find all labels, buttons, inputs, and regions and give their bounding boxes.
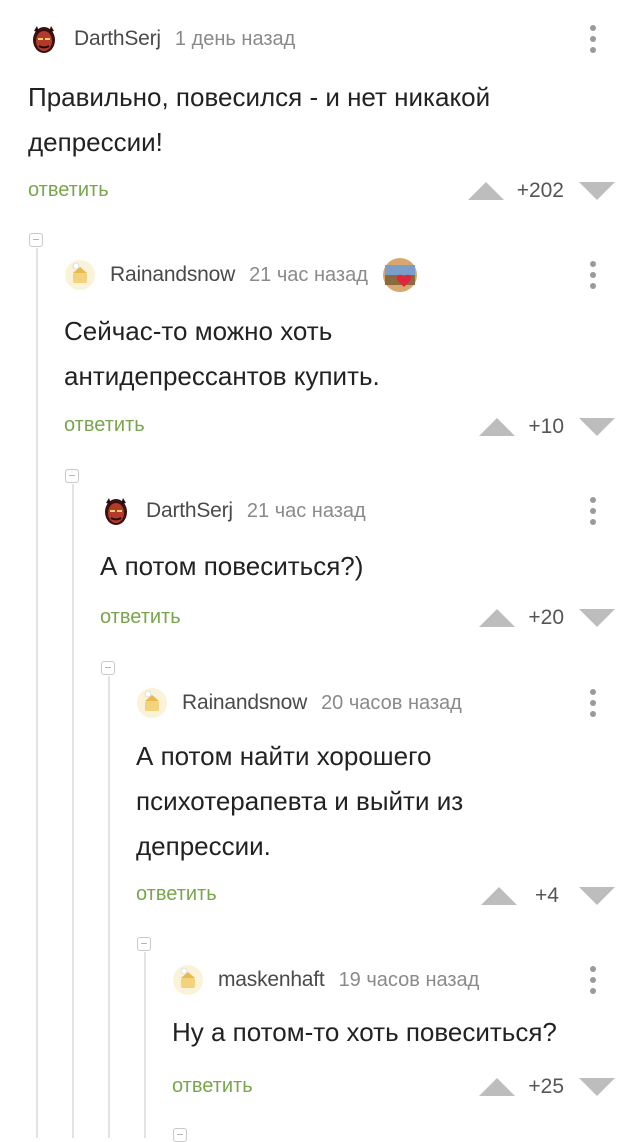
reply-link[interactable]: ответить [136, 883, 217, 906]
placeholder-avatar-icon[interactable] [64, 259, 96, 291]
downvote-icon[interactable] [578, 417, 616, 437]
comment-text: А потом повеситься?) [100, 551, 364, 581]
vote-controls: +202 [467, 179, 616, 203]
placeholder-avatar-icon[interactable] [172, 964, 204, 996]
downvote-icon[interactable] [578, 181, 616, 201]
comment-time: 20 часов назад [321, 691, 462, 714]
reply-link[interactable]: ответить [28, 179, 109, 202]
more-options-icon[interactable] [588, 494, 598, 528]
upvote-icon[interactable] [480, 886, 518, 906]
comment-header: Rainandsnow 20 часов назад [136, 686, 462, 720]
comment-time: 19 часов назад [338, 968, 480, 991]
collapse-thread-button[interactable] [101, 661, 115, 675]
thread-line [72, 484, 74, 1138]
collapse-thread-button[interactable] [65, 469, 79, 483]
comment-text: Сейчас-то можно хоть антидепрессантов ку… [64, 316, 380, 391]
comment-header: DarthSerj 1 день назад [28, 22, 295, 56]
comment-text: Ну а потом-то хоть повеситься? [172, 1017, 557, 1047]
comment: maskenhaft 19 часов назад Ну а потом-то … [172, 963, 640, 1113]
author-name[interactable]: Rainandsnow [110, 263, 235, 287]
thread-line [144, 952, 146, 1138]
author-name[interactable]: Rainandsnow [182, 691, 307, 715]
thread-line [108, 676, 110, 1138]
vote-controls: +20 [478, 606, 616, 630]
more-options-icon[interactable] [588, 963, 598, 997]
comment-text: А потом найти хорошего психотерапевта и … [136, 741, 464, 861]
author-name[interactable]: DarthSerj [146, 499, 233, 523]
more-options-icon[interactable] [588, 258, 598, 292]
reply-link[interactable]: ответить [100, 606, 181, 629]
heart-award-icon[interactable] [382, 257, 418, 293]
reply-link[interactable]: ответить [64, 414, 145, 437]
comment: DarthSerj 1 день назад Правильно, повеси… [28, 22, 640, 222]
collapse-thread-button[interactable] [137, 937, 151, 951]
comment: DarthSerj 21 час назад А потом повеситьс… [100, 494, 640, 644]
upvote-icon[interactable] [478, 1077, 516, 1097]
comment-time: 21 час назад [249, 263, 368, 286]
vote-controls: +10 [478, 415, 616, 439]
comment-text: Правильно, повесился - и нет никакой деп… [28, 82, 491, 157]
comment-rating: +4 [535, 884, 559, 907]
thread-line [36, 248, 38, 1138]
devil-avatar-icon[interactable] [28, 23, 60, 55]
comment-time: 1 день назад [174, 27, 296, 50]
comment-time: 21 час назад [246, 499, 366, 522]
more-options-icon[interactable] [588, 22, 598, 56]
vote-controls: +4 [480, 884, 616, 908]
upvote-icon[interactable] [478, 417, 516, 437]
more-options-icon[interactable] [588, 686, 598, 720]
author-name[interactable]: DarthSerj [74, 27, 161, 51]
comment-header: DarthSerj 21 час назад [100, 494, 366, 528]
comment: Rainandsnow 21 час назад Сейчас-то можно… [64, 258, 640, 448]
comment-rating: +10 [528, 415, 564, 438]
comment-rating: +20 [528, 606, 564, 629]
comment-header: maskenhaft 19 часов назад [172, 963, 479, 997]
vote-controls: +25 [478, 1075, 616, 1099]
downvote-icon[interactable] [578, 1077, 616, 1097]
reply-link[interactable]: ответить [172, 1075, 253, 1098]
comment-header: Rainandsnow 21 час назад [64, 258, 418, 292]
upvote-icon[interactable] [467, 181, 505, 201]
downvote-icon[interactable] [578, 886, 616, 906]
comment-rating: +25 [528, 1075, 564, 1098]
comment-rating: +202 [516, 179, 564, 202]
collapse-thread-button[interactable] [173, 1128, 187, 1142]
collapse-thread-button[interactable] [29, 233, 43, 247]
downvote-icon[interactable] [578, 608, 616, 628]
placeholder-avatar-icon[interactable] [136, 687, 168, 719]
comment: Rainandsnow 20 часов назад А потом найти… [136, 686, 640, 926]
upvote-icon[interactable] [478, 608, 516, 628]
author-name[interactable]: maskenhaft [218, 968, 325, 992]
devil-avatar-icon[interactable] [100, 495, 132, 527]
